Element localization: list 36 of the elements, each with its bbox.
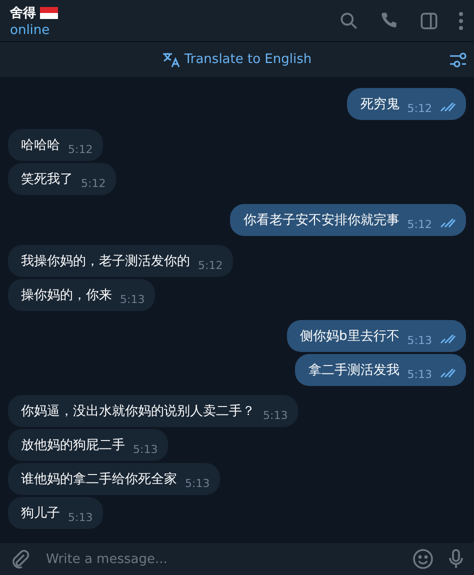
contact-name: 舍得 [10,4,36,22]
message-text: 侧你妈b里去行不 [300,328,400,345]
message-time: 5:13 [120,292,145,306]
message-text: 哈哈哈 [21,137,60,154]
flag-icon [40,6,58,18]
message-time: 5:13 [185,476,210,490]
message-text: 死穷鬼 [360,96,400,113]
message-composer[interactable]: Write a message... [0,543,474,575]
message-text: 笑死我了 [21,171,73,188]
message-time: 5:12 [407,102,432,114]
message-time: 5:12 [81,176,106,190]
translate-icon [162,52,180,68]
message-time: 5:12 [407,218,432,230]
message-text: 谁他妈的拿二手给你死全家 [21,471,177,488]
filter-settings-icon[interactable] [448,50,468,70]
microphone-icon[interactable] [448,548,464,570]
paperclip-icon[interactable] [10,549,30,569]
contact-status: online [10,22,51,38]
message-time: 5:13 [68,510,93,524]
message-text: 狗儿子 [21,505,60,522]
message-time: 5:13 [133,442,158,456]
more-icon[interactable] [458,10,464,30]
message-text: 我操你妈的，老子测活发你的 [21,253,190,270]
message-time: 5:13 [407,368,432,380]
message-text: 拿二手测活发我 [308,362,400,379]
message-text: 放他妈的狗屁二手 [21,437,125,454]
translate-button[interactable]: Translate to English [162,52,312,68]
message-input[interactable]: Write a message... [44,550,398,568]
emoji-icon[interactable] [412,548,434,570]
message-time: 5:13 [407,334,432,346]
message-text: 操你妈的，你来 [21,287,112,304]
message-text: 你妈逼，没出水就你妈的说别人卖二手？ [21,403,255,420]
message-time: 5:12 [198,258,223,272]
message-text: 你看老子安不安排你就完事 [243,212,400,229]
message-time: 5:12 [68,142,93,156]
message-time: 5:13 [263,408,288,422]
